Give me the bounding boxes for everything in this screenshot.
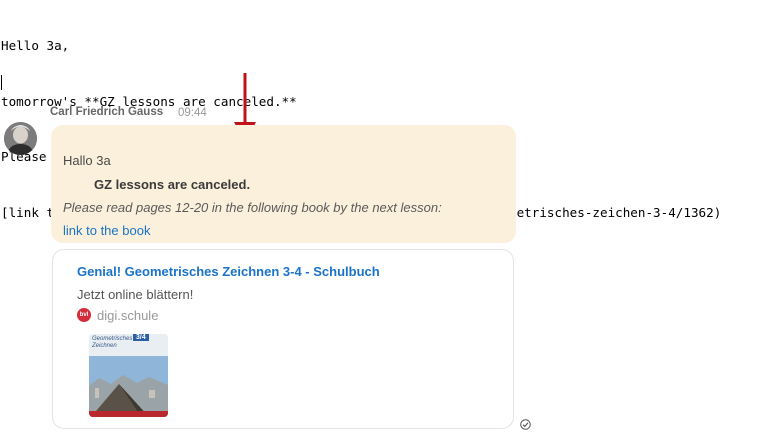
book-link[interactable]: link to the book <box>63 223 150 238</box>
sender-name[interactable]: Carl Friedrich Gauss <box>50 106 163 118</box>
message-bold-text: GZ lessons are canceled. <box>94 177 251 192</box>
preview-description: Jetzt online blättern! <box>77 287 194 302</box>
message-source-editor[interactable]: Hello 3a, tomorrow's **GZ lessons are ca… <box>0 0 759 220</box>
preview-title-link[interactable]: Genial! Geometrisches Zeichnen 3-4 - Sch… <box>77 264 380 279</box>
message-bubble: Hallo 3a GZ lessons are canceled. Please… <box>51 125 516 243</box>
message-time: 09:44 <box>178 107 207 119</box>
avatar[interactable] <box>4 122 37 155</box>
link-preview-card[interactable]: Genial! Geometrisches Zeichnen 3-4 - Sch… <box>52 249 514 429</box>
message-italic-text: Please read pages 12-20 in the following… <box>63 200 442 215</box>
avatar-portrait-icon <box>4 122 37 155</box>
read-receipt-check-icon <box>520 419 531 430</box>
cover-title-line2: Zeichnen <box>92 343 117 349</box>
site-icon: bvl <box>77 308 91 322</box>
text-caret <box>1 75 2 90</box>
site-name: digi.schule <box>97 308 159 323</box>
cover-grade-badge: 3/4 <box>133 334 149 341</box>
editor-line: Hello 3a, <box>1 38 70 53</box>
cover-title-line1: Geometrisches <box>92 336 133 342</box>
book-cover-thumbnail[interactable]: Geometrisches Zeichnen 3/4 <box>89 334 168 417</box>
message-greeting: Hallo 3a <box>63 153 111 168</box>
